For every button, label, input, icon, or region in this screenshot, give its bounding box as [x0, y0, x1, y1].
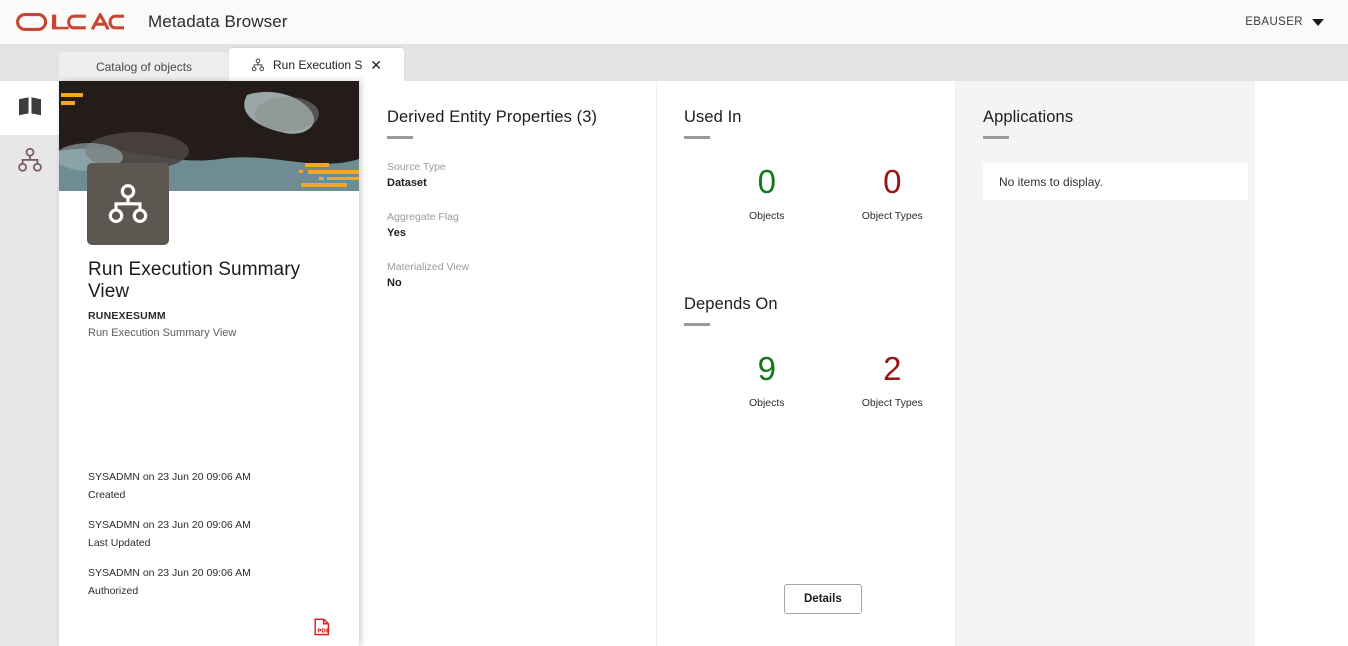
audit-who: SYSADMN on 23 Jun 20 09:06 AM: [88, 471, 251, 483]
object-audit-list: SYSADMN on 23 Jun 20 09:06 AM Created SY…: [88, 471, 343, 615]
applications-heading: Applications: [983, 108, 1074, 126]
depends-on-objects-label: Objects: [748, 397, 785, 409]
sidebar-item-catalog[interactable]: [0, 81, 59, 135]
depends-on-section: Depends On 9 Objects 2 Object Types: [684, 295, 955, 409]
depends-on-objects-count: 9: [757, 350, 776, 387]
tab-catalog-of-objects[interactable]: Catalog of objects: [59, 52, 229, 81]
sidebar-item-lineage[interactable]: [0, 135, 59, 189]
depends-on-heading: Depends On: [684, 295, 778, 313]
svg-text:PDF: PDF: [317, 629, 330, 635]
tab-label: Run Execution Summar...: [273, 57, 363, 72]
section-underline: [983, 136, 1009, 139]
property-label: Source Type: [387, 161, 446, 173]
audit-entry: SYSADMN on 23 Jun 20 09:06 AM Created: [88, 471, 343, 501]
sidebar: [0, 81, 59, 646]
object-summary-card: Run Execution Summary View RUNEXESUMM Ru…: [59, 81, 359, 646]
section-underline: [684, 136, 710, 139]
property-row: Materialized View No: [387, 261, 656, 289]
derived-entity-properties-panel: Derived Entity Properties (3) Source Typ…: [359, 81, 657, 646]
applications-empty-message: No items to display.: [983, 163, 1248, 200]
object-code: RUNEXESUMM: [88, 310, 166, 322]
depends-on-object-types-label: Object Types: [861, 397, 923, 409]
used-in-heading: Used In: [684, 108, 742, 126]
details-button[interactable]: Details: [784, 584, 862, 614]
oracle-logo: [16, 13, 126, 31]
depends-on-object-types-count: 2: [883, 350, 902, 387]
audit-what: Created: [88, 489, 126, 501]
object-heading: Run Execution Summary View RUNEXESUMM Ru…: [88, 259, 338, 339]
property-label: Materialized View: [387, 261, 470, 273]
property-row: Aggregate Flag Yes: [387, 211, 656, 239]
tab-label: Catalog of objects: [95, 59, 193, 74]
section-underline: [684, 323, 710, 326]
property-value: Dataset: [387, 177, 427, 189]
app-header: Metadata Browser EBAUSER: [0, 0, 1348, 44]
property-row: Source Type Dataset: [387, 161, 656, 189]
depends-on-objects-metric[interactable]: 9 Objects: [704, 352, 830, 409]
used-in-objects-label: Objects: [748, 210, 785, 222]
user-menu[interactable]: EBAUSER: [1245, 0, 1324, 44]
content-area: Run Execution Summary View RUNEXESUMM Ru…: [59, 81, 1348, 646]
book-icon: [17, 96, 43, 121]
app-title: Metadata Browser: [148, 12, 288, 31]
hierarchy-icon: [108, 184, 148, 224]
chevron-down-icon: [1312, 18, 1324, 26]
audit-who: SYSADMN on 23 Jun 20 09:06 AM: [88, 519, 251, 531]
used-in-objects-metric[interactable]: 0 Objects: [704, 165, 830, 222]
pdf-export-icon[interactable]: PDF: [314, 618, 330, 636]
user-name: EBAUSER: [1245, 16, 1303, 28]
used-in-objects-count: 0: [757, 163, 776, 200]
audit-entry: SYSADMN on 23 Jun 20 09:06 AM Authorized: [88, 567, 343, 597]
right-filler: [1255, 81, 1348, 646]
used-in-object-types-count: 0: [883, 163, 902, 200]
property-value: Yes: [387, 227, 406, 239]
object-description: Run Execution Summary View: [88, 327, 237, 339]
object-title: Run Execution Summary View: [88, 259, 301, 302]
audit-entry: SYSADMN on 23 Jun 20 09:06 AM Last Updat…: [88, 519, 343, 549]
section-underline: [387, 136, 413, 139]
used-in-section: Used In 0 Objects 0 Object Types: [684, 108, 955, 222]
audit-what: Last Updated: [88, 537, 151, 549]
hierarchy-icon: [251, 57, 265, 72]
tab-run-execution-summary[interactable]: Run Execution Summar... ✕: [229, 48, 404, 81]
audit-who: SYSADMN on 23 Jun 20 09:06 AM: [88, 567, 251, 579]
object-avatar: [87, 163, 169, 245]
applications-panel: Applications No items to display.: [956, 81, 1255, 646]
close-icon[interactable]: ✕: [370, 58, 382, 72]
audit-what: Authorized: [88, 585, 139, 597]
depends-on-object-types-metric[interactable]: 2 Object Types: [830, 352, 956, 409]
used-in-object-types-label: Object Types: [861, 210, 923, 222]
tab-strip: Catalog of objects Run Execution Summar.…: [0, 44, 1348, 81]
used-in-object-types-metric[interactable]: 0 Object Types: [830, 165, 956, 222]
property-label: Aggregate Flag: [387, 211, 459, 223]
hierarchy-icon: [17, 147, 43, 178]
properties-heading: Derived Entity Properties (3): [387, 108, 598, 126]
property-value: No: [387, 277, 402, 289]
relationships-panel: Used In 0 Objects 0 Object Types Depends…: [657, 81, 956, 646]
